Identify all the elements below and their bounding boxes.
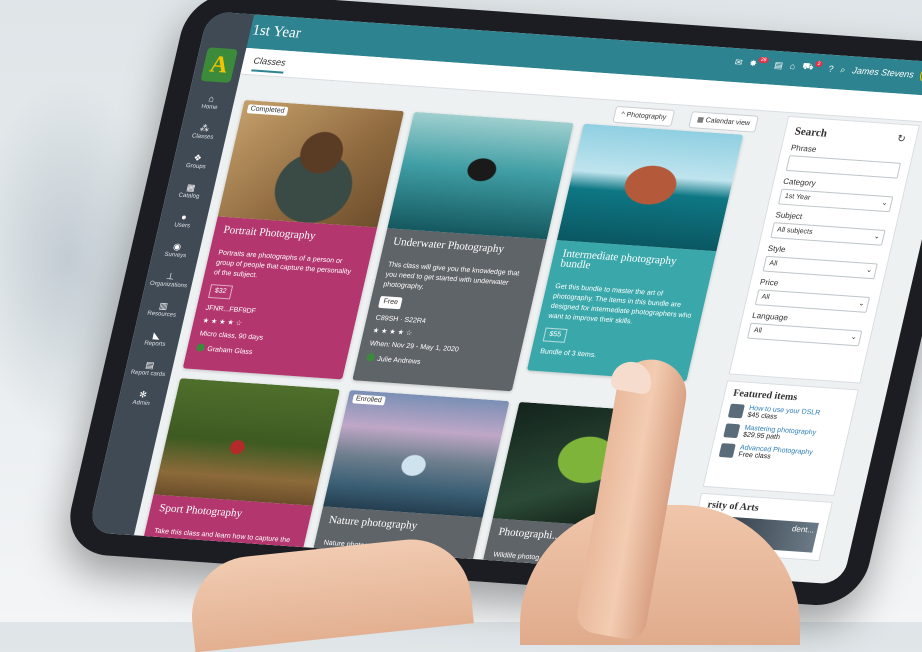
- card-image: Completed: [217, 99, 405, 228]
- card-image: [387, 111, 574, 240]
- sidebar-item-label: Organizations: [149, 280, 188, 290]
- status-badge: Completed: [246, 104, 289, 116]
- featured-thumbnail: [727, 403, 745, 419]
- chevron-down-icon: ⌄: [873, 233, 881, 241]
- style-value: All: [768, 260, 778, 268]
- card-title[interactable]: Nature photography: [328, 514, 472, 535]
- featured-items-panel: Featured items How to use your DSLR $45 c…: [702, 380, 859, 497]
- card-price: Free: [378, 295, 404, 310]
- card-body: Intermediate photography bundle Get this…: [526, 240, 717, 382]
- sidebar-item-label: Admin: [131, 399, 151, 408]
- card-description: This class will give you the knowledge t…: [382, 261, 520, 291]
- featured-title: Featured items: [732, 387, 799, 404]
- sidebar-item-label: Users: [173, 222, 191, 230]
- chevron-down-icon: ⌄: [857, 300, 866, 308]
- card-image: [556, 123, 744, 252]
- subject-value: All subjects: [776, 226, 814, 236]
- sidebar-item-label: Report cards: [130, 369, 166, 379]
- bank-icon[interactable]: ⌂: [789, 61, 797, 71]
- featured-item-price: Free class: [737, 451, 772, 461]
- card-image: [153, 378, 340, 506]
- price-value: All: [760, 293, 771, 301]
- featured-item[interactable]: Mastering photography $29.95 path: [723, 423, 840, 445]
- card-price: $55: [542, 327, 568, 343]
- category-value: 1st Year: [784, 192, 811, 202]
- card-title[interactable]: Intermediate photography bundle: [559, 248, 705, 279]
- card-description: Get this bundle to master the art of pho…: [547, 283, 693, 326]
- sidebar-item-surveys[interactable]: ◉ Surveys: [149, 238, 202, 271]
- card-title[interactable]: Portrait Photography: [222, 224, 367, 245]
- notification-badge: 28: [758, 56, 770, 64]
- card-price: $32: [207, 284, 233, 300]
- sidebar-item-label: Resources: [146, 310, 177, 319]
- user-name[interactable]: James Stevens: [851, 65, 915, 79]
- sidebar-item-label: Groups: [185, 163, 207, 171]
- featured-item[interactable]: Advanced Photography Free class: [718, 443, 836, 465]
- sidebar-item-users[interactable]: ● Users: [156, 209, 209, 242]
- bell-icon[interactable]: ✸: [748, 58, 758, 69]
- sidebar-item-classes[interactable]: ⁂ Classes: [176, 120, 229, 153]
- list-icon[interactable]: ▤: [773, 59, 784, 70]
- featured-thumbnail: [718, 443, 736, 458]
- sidebar-item-label: Home: [200, 103, 219, 112]
- class-cards: Completed Portrait Photography Portraits…: [134, 99, 754, 585]
- chevron-down-icon: ⌄: [849, 333, 858, 342]
- sidebar-item-reports[interactable]: ◣ Reports: [129, 327, 182, 360]
- sidebar-item-organizations[interactable]: ⊥ Organizations: [142, 268, 195, 301]
- sidebar-item-label: Reports: [143, 340, 166, 348]
- help-icon[interactable]: ?: [827, 64, 834, 74]
- card-title[interactable]: Underwater Photography: [392, 236, 536, 257]
- sidebar-item-admin[interactable]: ✻ Admin: [115, 386, 168, 419]
- sidebar-item-label: Surveys: [163, 251, 187, 260]
- search-panel: Search ↻ Phrase Category 1st Year ⌄ Subje…: [728, 115, 920, 384]
- mail-icon[interactable]: ✉: [734, 57, 744, 68]
- card-image: Enrolled: [323, 390, 510, 518]
- cart-badge: 2: [814, 60, 824, 68]
- featured-item-price: $45 class: [746, 411, 778, 421]
- calendar-view-button[interactable]: ▦ Calendar view: [688, 111, 759, 133]
- sidebar-item-label: Catalog: [177, 192, 200, 200]
- sidebar-item-home[interactable]: ⌂ Home: [183, 90, 236, 123]
- chevron-down-icon: ⌄: [865, 266, 873, 275]
- photography-filter-button[interactable]: ^ Photography: [612, 105, 676, 127]
- featured-thumbnail: [723, 423, 741, 439]
- cart-icon[interactable]: ⛟: [801, 61, 815, 74]
- card-title[interactable]: Sport Photography: [158, 502, 302, 523]
- tablet-screen: 1st Year A ⌂ Home ⁂ Classes ❖ Groups ▦ Catal…: [88, 11, 922, 585]
- app-title: 1st Year: [250, 22, 303, 42]
- card-description: Portraits are photographs of a person or…: [212, 249, 352, 280]
- card-body: Underwater Photography This class will g…: [352, 228, 547, 392]
- search-icon[interactable]: ⌕: [839, 64, 846, 75]
- status-badge: Enrolled: [351, 394, 386, 406]
- card-body: Portrait Photography Portraits are photo…: [182, 216, 378, 380]
- featured-item[interactable]: How to use your DSLR $45 class: [727, 403, 845, 426]
- sidebar-item-resources[interactable]: ▥ Resources: [135, 297, 188, 330]
- search-title: Search: [793, 125, 829, 140]
- tablet-device: 1st Year A ⌂ Home ⁂ Classes ❖ Groups ▦ Catal…: [61, 0, 922, 609]
- sidebar-item-groups[interactable]: ❖ Groups: [170, 149, 223, 182]
- sidebar-item-label: Classes: [191, 133, 214, 141]
- chevron-down-icon: ⌄: [880, 199, 889, 208]
- featured-item-price: $29.95 path: [742, 431, 781, 442]
- sidebar-item-catalog[interactable]: ▦ Catalog: [163, 179, 216, 212]
- sidebar-item-report-cards[interactable]: ▤ Report cards: [122, 356, 175, 389]
- university-image-caption: dent...: [791, 524, 816, 535]
- school-logo[interactable]: A: [200, 47, 238, 83]
- tab-classes[interactable]: Classes: [251, 55, 287, 74]
- language-value: All: [753, 327, 763, 335]
